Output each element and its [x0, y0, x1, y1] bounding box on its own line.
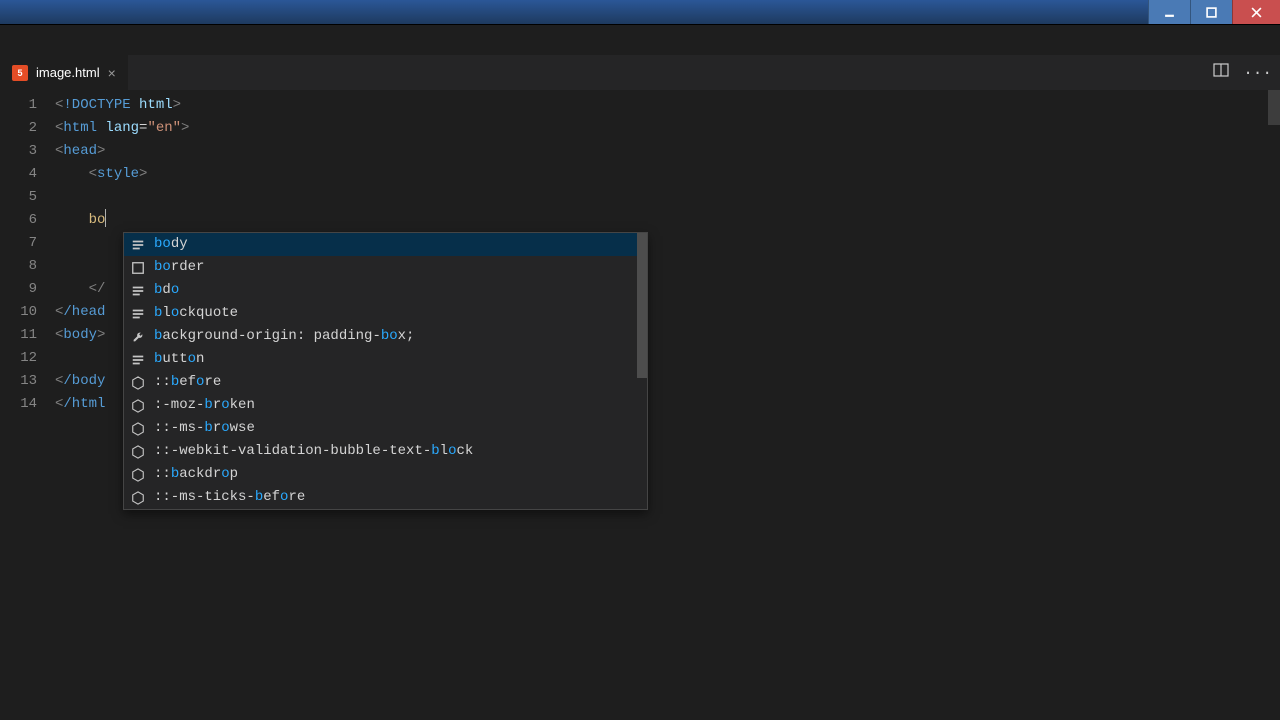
- autocomplete-item[interactable]: ::-ms-ticks-before: [124, 486, 647, 509]
- split-editor-icon[interactable]: [1213, 62, 1229, 83]
- snippet-icon: [130, 352, 146, 368]
- code-content[interactable]: <!DOCTYPE html> <html lang="en"> <head> …: [55, 90, 1280, 720]
- autocomplete-label: ::-ms-browse: [154, 419, 255, 438]
- line-number: 7: [0, 232, 37, 255]
- menubar: [0, 25, 1280, 55]
- html5-icon: 5: [12, 65, 28, 81]
- autocomplete-item[interactable]: body: [124, 233, 647, 256]
- text-cursor: [105, 209, 106, 227]
- wrench-icon: [130, 329, 146, 345]
- autocomplete-label: ::-webkit-validation-bubble-text-block: [154, 442, 473, 461]
- tab-image-html[interactable]: 5 image.html ×: [0, 55, 128, 90]
- line-number: 13: [0, 370, 37, 393]
- line-number: 4: [0, 163, 37, 186]
- line-number: 6: [0, 209, 37, 232]
- snippet-icon: [130, 283, 146, 299]
- autocomplete-popup[interactable]: body border bdo blockquote background-origin…: [123, 232, 648, 510]
- line-number: 1: [0, 94, 37, 117]
- hex-icon: [130, 444, 146, 460]
- line-number: 12: [0, 347, 37, 370]
- hex-icon: [130, 375, 146, 391]
- autocomplete-item[interactable]: bdo: [124, 279, 647, 302]
- autocomplete-scrollbar[interactable]: [637, 233, 647, 378]
- tab-bar: 5 image.html × ···: [0, 55, 1280, 90]
- window-close-button[interactable]: [1232, 0, 1280, 24]
- window-titlebar: [0, 0, 1280, 25]
- snippet-icon: [130, 237, 146, 253]
- autocomplete-item[interactable]: background-origin: padding-box;: [124, 325, 647, 348]
- minimap-scroll-indicator[interactable]: [1268, 90, 1280, 125]
- autocomplete-item[interactable]: button: [124, 348, 647, 371]
- line-number: 2: [0, 117, 37, 140]
- autocomplete-item[interactable]: blockquote: [124, 302, 647, 325]
- line-number: 10: [0, 301, 37, 324]
- autocomplete-label: body: [154, 235, 188, 254]
- autocomplete-label: ::backdrop: [154, 465, 238, 484]
- autocomplete-label: :-moz-broken: [154, 396, 255, 415]
- tab-close-icon[interactable]: ×: [108, 65, 116, 81]
- editor-area[interactable]: 1 2 3 4 5 6 7 8 9 10 11 12 13 14 <!DOCTY…: [0, 90, 1280, 720]
- autocomplete-item[interactable]: ::-ms-browse: [124, 417, 647, 440]
- line-number: 11: [0, 324, 37, 347]
- autocomplete-label: button: [154, 350, 204, 369]
- line-number: 8: [0, 255, 37, 278]
- line-number: 14: [0, 393, 37, 416]
- more-actions-icon[interactable]: ···: [1243, 64, 1272, 82]
- autocomplete-label: border: [154, 258, 204, 277]
- line-number: 5: [0, 186, 37, 209]
- autocomplete-label: ::before: [154, 373, 221, 392]
- autocomplete-item[interactable]: :-moz-broken: [124, 394, 647, 417]
- hex-icon: [130, 490, 146, 506]
- autocomplete-item[interactable]: ::before: [124, 371, 647, 394]
- snippet-icon: [130, 306, 146, 322]
- window-minimize-button[interactable]: [1148, 0, 1190, 24]
- autocomplete-item[interactable]: border: [124, 256, 647, 279]
- autocomplete-item[interactable]: ::-webkit-validation-bubble-text-block: [124, 440, 647, 463]
- autocomplete-label: background-origin: padding-box;: [154, 327, 414, 346]
- autocomplete-item[interactable]: ::backdrop: [124, 463, 647, 486]
- line-number: 3: [0, 140, 37, 163]
- hex-icon: [130, 467, 146, 483]
- window-maximize-button[interactable]: [1190, 0, 1232, 24]
- hex-icon: [130, 398, 146, 414]
- line-number: 9: [0, 278, 37, 301]
- line-number-gutter: 1 2 3 4 5 6 7 8 9 10 11 12 13 14: [0, 90, 55, 720]
- tab-filename: image.html: [36, 65, 100, 80]
- hex-icon: [130, 421, 146, 437]
- autocomplete-label: ::-ms-ticks-before: [154, 488, 305, 507]
- autocomplete-label: bdo: [154, 281, 179, 300]
- autocomplete-label: blockquote: [154, 304, 238, 323]
- box-icon: [130, 260, 146, 276]
